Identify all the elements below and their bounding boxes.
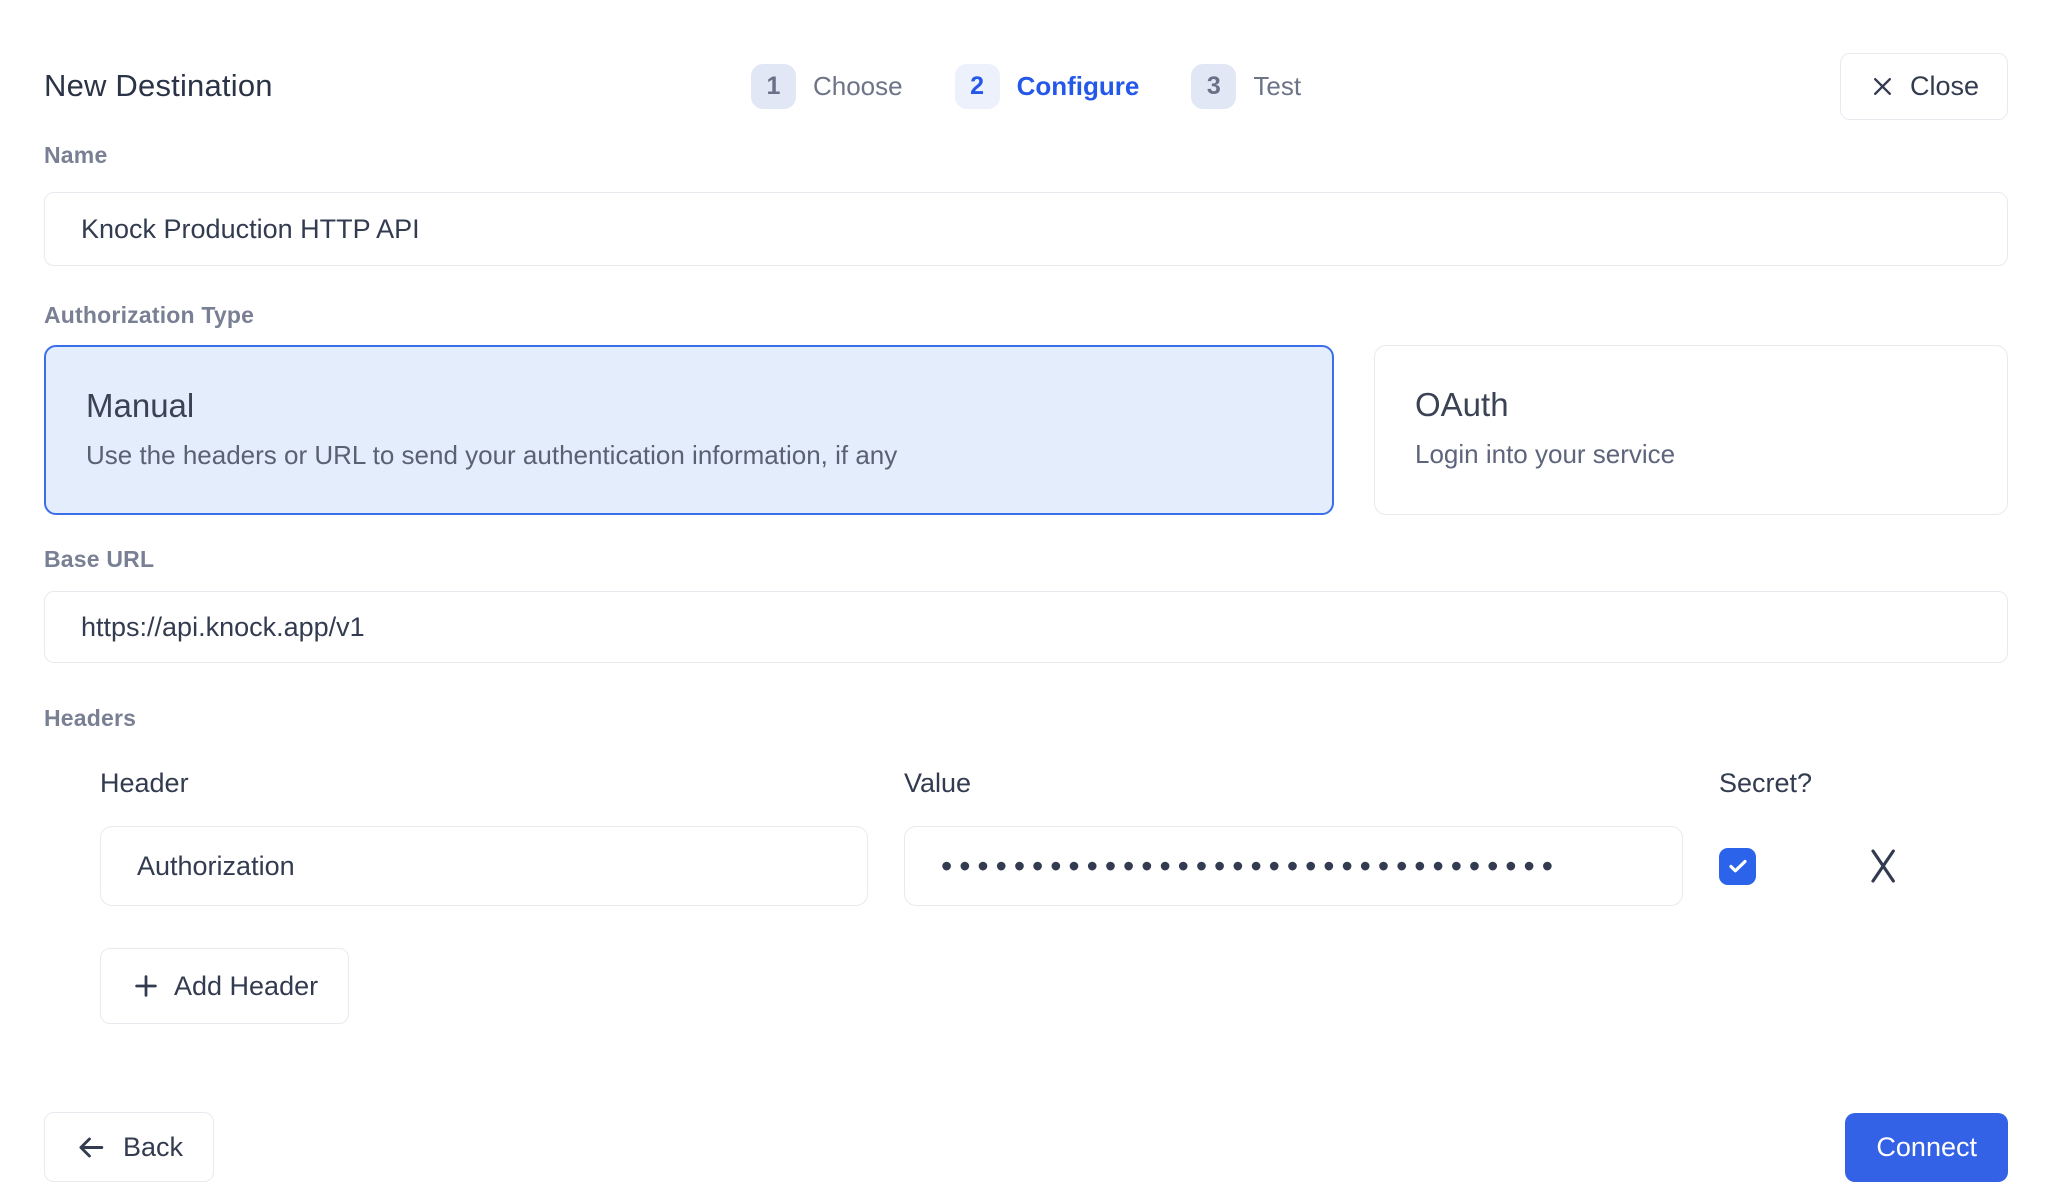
step-choose-label: Choose xyxy=(813,71,903,102)
header-value-input[interactable] xyxy=(904,826,1683,906)
step-test-label: Test xyxy=(1253,71,1301,102)
column-header-value: Value xyxy=(904,768,1683,799)
checkmark-icon xyxy=(1726,854,1750,878)
header-row xyxy=(100,826,2008,906)
auth-option-oauth-title: OAuth xyxy=(1415,386,1967,424)
step-configure-number: 2 xyxy=(955,64,1000,109)
auth-option-oauth-description: Login into your service xyxy=(1415,439,1967,470)
step-configure-label: Configure xyxy=(1017,71,1140,102)
dialog-footer: Back Connect xyxy=(44,1112,2008,1182)
new-destination-dialog: New Destination 1 Choose 2 Configure 3 T… xyxy=(0,0,2048,1182)
step-test-number: 3 xyxy=(1191,64,1236,109)
back-button-label: Back xyxy=(123,1132,183,1163)
delete-x-icon xyxy=(1866,846,1900,886)
headers-label: Headers xyxy=(44,705,2008,732)
column-header-header: Header xyxy=(100,768,868,799)
step-choose[interactable]: 1 Choose xyxy=(751,64,903,109)
auth-option-manual-title: Manual xyxy=(86,387,1292,425)
close-button[interactable]: Close xyxy=(1840,53,2008,120)
add-header-label: Add Header xyxy=(174,971,318,1002)
column-header-secret: Secret? xyxy=(1719,768,2008,799)
add-header-button[interactable]: Add Header xyxy=(100,948,349,1024)
name-label: Name xyxy=(44,142,2008,169)
connect-button-label: Connect xyxy=(1876,1132,1977,1163)
stepper: 1 Choose 2 Configure 3 Test xyxy=(751,64,1301,109)
page-title: New Destination xyxy=(44,68,751,104)
base-url-input[interactable] xyxy=(44,591,2008,663)
step-choose-number: 1 xyxy=(751,64,796,109)
authorization-type-label: Authorization Type xyxy=(44,302,2008,329)
plus-icon xyxy=(131,971,161,1001)
close-button-label: Close xyxy=(1910,71,1979,102)
back-button[interactable]: Back xyxy=(44,1112,214,1182)
auth-option-manual[interactable]: Manual Use the headers or URL to send yo… xyxy=(44,345,1334,515)
dialog-header: New Destination 1 Choose 2 Configure 3 T… xyxy=(44,52,2008,120)
authorization-type-options: Manual Use the headers or URL to send yo… xyxy=(44,345,2008,515)
step-configure[interactable]: 2 Configure xyxy=(955,64,1140,109)
secret-checkbox[interactable] xyxy=(1719,848,1756,885)
header-key-input[interactable] xyxy=(100,826,868,906)
auth-option-oauth[interactable]: OAuth Login into your service xyxy=(1374,345,2008,515)
connect-button[interactable]: Connect xyxy=(1845,1113,2008,1182)
arrow-left-icon xyxy=(75,1131,108,1164)
step-test[interactable]: 3 Test xyxy=(1191,64,1301,109)
base-url-label: Base URL xyxy=(44,546,2008,573)
auth-option-manual-description: Use the headers or URL to send your auth… xyxy=(86,440,1292,471)
close-icon xyxy=(1869,73,1896,100)
delete-header-button[interactable] xyxy=(1866,846,1900,886)
headers-column-row: Header Value Secret? xyxy=(100,768,2008,799)
name-input[interactable] xyxy=(44,192,2008,266)
